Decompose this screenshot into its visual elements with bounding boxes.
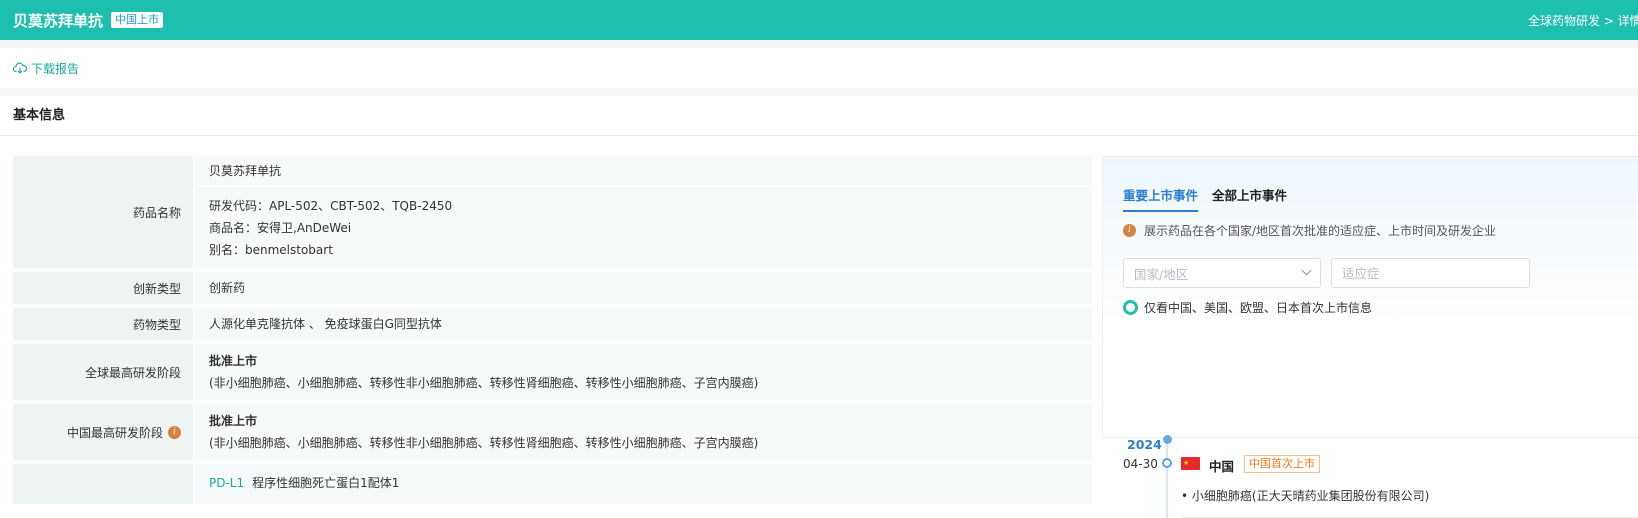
drug-aliases-cell: 研发代码：APL-502、CBT-502、TQB-2450 商品名：安得卫,An… [195,187,1092,268]
china-stage-value: 批准上市 [209,414,258,428]
row-value: PD-L1 程序性细胞死亡蛋白1配体1 [195,464,1092,504]
target-desc: 程序性细胞死亡蛋白1配体1 [252,476,400,490]
row-value: 创新药 [195,272,1092,304]
row-label [13,464,193,504]
timeline-year-dot [1163,435,1172,444]
timeline-year: 2024 [1127,437,1162,452]
market-status-tag: 中国上市 [111,12,164,28]
info-icon: i [1123,224,1136,237]
download-report-label: 下载报告 [31,61,80,76]
info-table: 药品名称 贝莫苏拜单抗 研发代码：APL-502、CBT-502、TQB-245… [13,156,1092,508]
indication-input[interactable] [1331,258,1530,288]
global-stage-indications: (非小细胞肺癌、小细胞肺癌、转移性非小细胞肺癌、转移性肾细胞癌、转移性小细胞肺癌… [209,376,759,390]
chevron-down-icon [1301,265,1312,276]
info-icon[interactable]: i [168,425,181,439]
toggle-radio[interactable] [1123,300,1138,315]
global-stage-value: 批准上市 [209,354,258,368]
drug-name-cell: 贝莫苏拜单抗 [195,156,1092,185]
table-row-china-stage: 中国最高研发阶段 i 批准上市 (非小细胞肺癌、小细胞肺癌、转移性非小细胞肺癌、… [13,404,1092,460]
timeline-event-dot [1162,458,1172,468]
drug-title: 贝莫苏拜单抗 [13,11,104,30]
timeline-line [1166,441,1168,518]
country-select-placeholder: 国家/地区 [1134,266,1189,282]
timeline-event-item: • 小细胞肺癌(正大天晴药业集团股份有限公司) [1181,489,1430,503]
china-flag-icon: ★ [1181,457,1200,470]
row-label: 创新类型 [13,272,193,304]
row-label: 药物类型 [13,308,193,340]
drug-type-value: 人源化单克隆抗体 、 免疫球蛋白G同型抗体 [209,317,442,331]
table-row-innovation-type: 创新类型 创新药 [13,272,1092,304]
country-region-select[interactable]: 国家/地区 [1123,258,1321,288]
basic-info-section: 基本信息 药品名称 贝莫苏拜单抗 研发代码：APL-502、CBT-502、TQ… [0,96,1638,518]
cloud-download-icon [13,62,27,74]
breadcrumb[interactable]: 全球药物研发 > 详情 [1528,12,1638,29]
panel-hint: i 展示药品在各个国家/地区首次批准的适应症、上市时间及研发企业 [1123,222,1496,239]
row-value: 贝莫苏拜单抗 研发代码：APL-502、CBT-502、TQB-2450 商品名… [195,156,1092,268]
table-row-global-stage: 全球最高研发阶段 批准上市 (非小细胞肺癌、小细胞肺癌、转移性非小细胞肺癌、转移… [13,344,1092,400]
row-label: 全球最高研发阶段 [13,344,193,400]
timeline-country: 中国 [1209,459,1235,474]
section-title: 基本信息 [0,96,1638,136]
row-value: 批准上市 (非小细胞肺癌、小细胞肺癌、转移性非小细胞肺癌、转移性肾细胞癌、转移性… [195,404,1092,460]
table-row-drug-name: 药品名称 贝莫苏拜单抗 研发代码：APL-502、CBT-502、TQB-245… [13,156,1092,268]
launch-tabs: 重要上市事件 全部上市事件 [1123,185,1287,212]
trade-name: 商品名：安得卫,AnDeWei [209,220,352,235]
row-value: 批准上市 (非小细胞肺癌、小细胞肺癌、转移性非小细胞肺癌、转移性肾细胞癌、转移性… [195,344,1092,400]
timeline-date: 04-30 [1123,457,1158,471]
download-report-button[interactable]: 下载报告 [13,60,79,77]
row-label: 药品名称 [13,156,193,268]
china-stage-label: 中国最高研发阶段 [66,425,163,440]
tab-key-launch-events[interactable]: 重要上市事件 [1123,185,1199,212]
major-markets-only-toggle[interactable]: 仅看中国、美国、欧盟、日本首次上市信息 [1123,299,1372,316]
dev-codes: 研发代码：APL-502、CBT-502、TQB-2450 [209,198,453,213]
china-stage-indications: (非小细胞肺癌、小细胞肺癌、转移性非小细胞肺癌、转移性肾细胞癌、转移性小细胞肺癌… [209,436,759,450]
top-header: 贝莫苏拜单抗 中国上市 全球药物研发 > 详情 [0,0,1638,40]
table-row-target: PD-L1 程序性细胞死亡蛋白1配体1 [13,464,1092,504]
table-row-drug-type: 药物类型 人源化单克隆抗体 、 免疫球蛋白G同型抗体 [13,308,1092,340]
event-item-text: 小细胞肺癌(正大天晴药业集团股份有限公司) [1191,489,1430,503]
download-bar: 下载报告 [0,48,1638,88]
launch-events-panel: 重要上市事件 全部上市事件 i 展示药品在各个国家/地区首次批准的适应症、上市时… [1102,156,1638,518]
tab-all-launch-events[interactable]: 全部上市事件 [1212,185,1287,212]
toggle-label: 仅看中国、美国、欧盟、日本首次上市信息 [1144,301,1373,315]
row-label: 中国最高研发阶段 i [13,404,193,460]
first-launch-badge: 中国首次上市 [1244,455,1320,473]
target-line: PD-L1 程序性细胞死亡蛋白1配体1 [209,472,1092,494]
hint-text: 展示药品在各个国家/地区首次批准的适应症、上市时间及研发企业 [1144,224,1497,238]
drug-name-cn: 贝莫苏拜单抗 [209,163,282,178]
innovation-type-value: 创新药 [209,281,246,295]
row-value: 人源化单克隆抗体 、 免疫球蛋白G同型抗体 [195,308,1092,340]
target-link[interactable]: PD-L1 [209,476,244,490]
alias-name: 别名：benmelstobart [209,242,333,257]
